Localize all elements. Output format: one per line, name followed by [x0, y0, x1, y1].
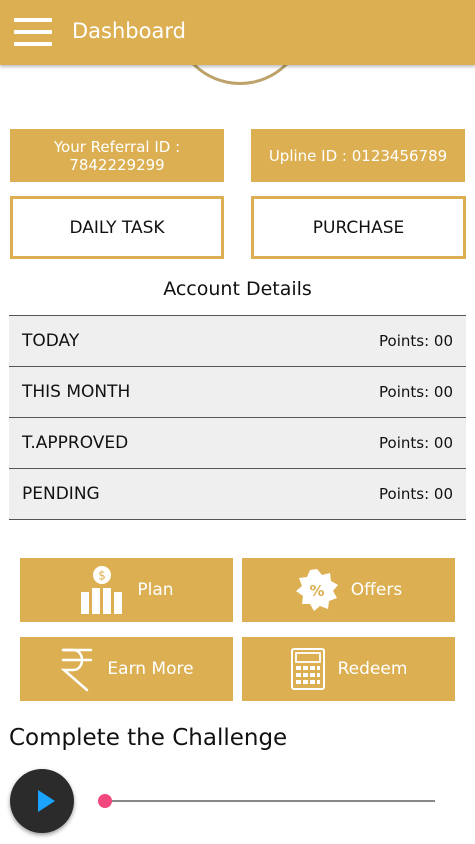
row-label: TODAY: [22, 331, 80, 351]
table-row: PENDING Points: 00: [9, 469, 466, 520]
svg-text:%: %: [309, 582, 324, 600]
plan-button[interactable]: $ Plan: [20, 558, 233, 622]
referral-id-box: Your Referral ID : 7842229299: [10, 129, 224, 182]
svg-text:$: $: [99, 569, 107, 583]
row-value: Points: 00: [379, 485, 453, 503]
referral-id-value: 7842229299: [69, 155, 165, 174]
earn-more-label: Earn More: [107, 659, 194, 679]
table-row: T.APPROVED Points: 00: [9, 418, 466, 469]
challenge-title: Complete the Challenge: [9, 725, 288, 751]
offers-label: Offers: [350, 580, 403, 600]
redeem-button[interactable]: Redeem: [242, 637, 455, 701]
hamburger-menu-icon[interactable]: [14, 16, 52, 48]
play-button[interactable]: [10, 769, 74, 833]
percent-badge-icon: %: [295, 568, 339, 612]
referral-id-label: Your Referral ID :: [53, 137, 181, 156]
app-bar: Dashboard: [0, 0, 475, 65]
row-label: PENDING: [22, 484, 100, 504]
offers-button[interactable]: % Offers: [242, 558, 455, 622]
plan-label: Plan: [137, 580, 174, 600]
table-row: THIS MONTH Points: 00: [9, 367, 466, 418]
table-row: TODAY Points: 00: [9, 316, 466, 367]
upline-id-text: Upline ID : 0123456789: [268, 146, 448, 165]
daily-task-button[interactable]: DAILY TASK: [10, 196, 224, 259]
account-details-title: Account Details: [163, 278, 312, 300]
play-icon: [38, 790, 55, 812]
row-label: THIS MONTH: [22, 382, 131, 402]
row-label: T.APPROVED: [22, 433, 129, 453]
progress-slider-thumb[interactable]: [98, 794, 112, 808]
purchase-button[interactable]: PURCHASE: [251, 196, 466, 259]
row-value: Points: 00: [379, 332, 453, 350]
upline-id-box: Upline ID : 0123456789: [251, 129, 465, 182]
page-title: Dashboard: [72, 19, 186, 43]
account-details-table: TODAY Points: 00 THIS MONTH Points: 00 T…: [9, 315, 466, 520]
earn-more-button[interactable]: Earn More: [20, 637, 233, 701]
progress-slider-track[interactable]: [105, 800, 435, 802]
redeem-label: Redeem: [337, 659, 408, 679]
row-value: Points: 00: [379, 383, 453, 401]
row-value: Points: 00: [379, 434, 453, 452]
money-chart-icon: $: [79, 564, 125, 616]
calculator-icon: [290, 647, 326, 691]
rupee-icon: [59, 646, 95, 692]
